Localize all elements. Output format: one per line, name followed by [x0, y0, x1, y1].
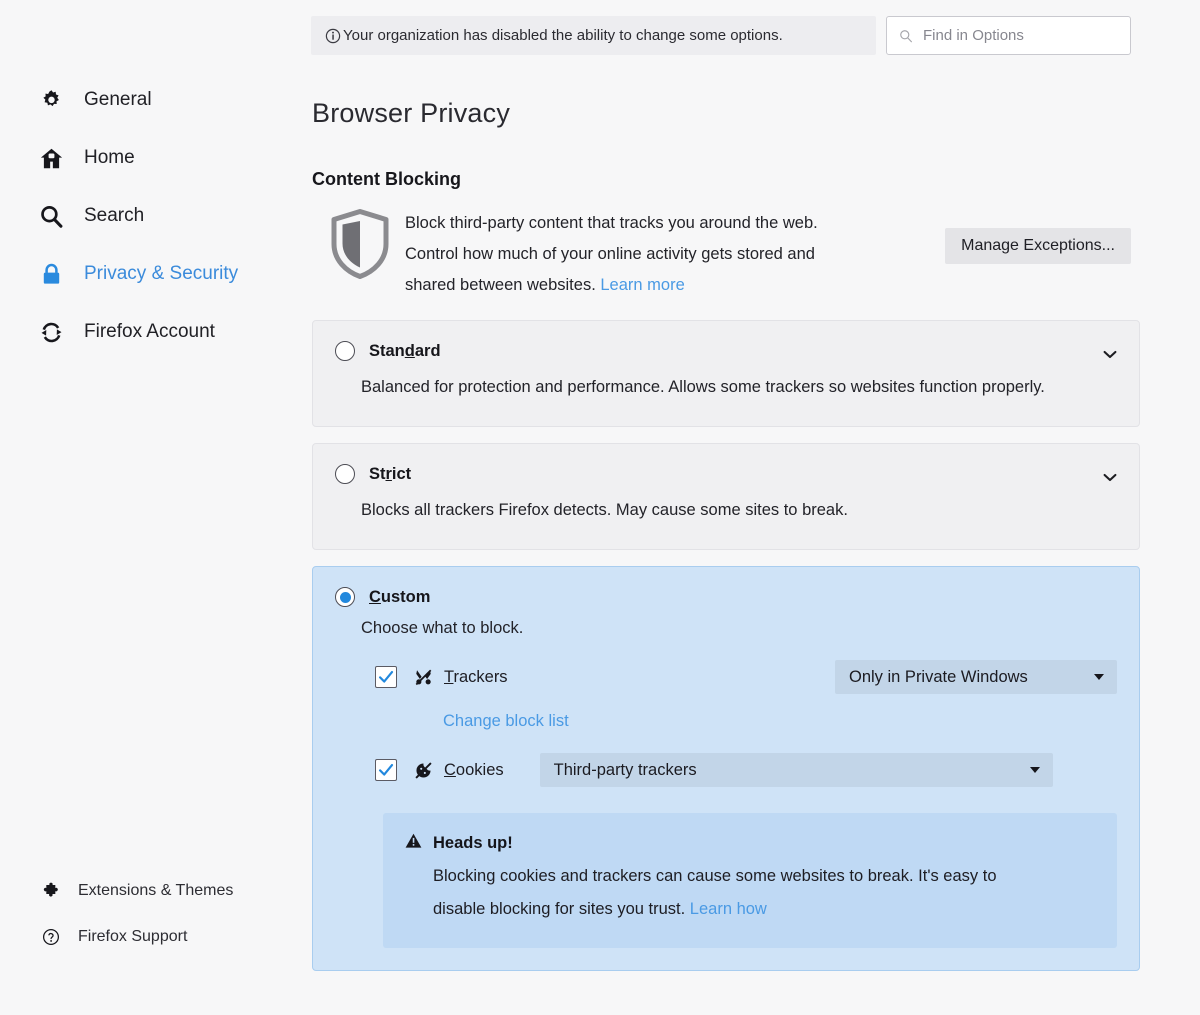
- heads-up-body: Blocking cookies and trackers can cause …: [433, 860, 1073, 926]
- sidebar: General Home Search: [0, 84, 300, 1015]
- sidebar-item-privacy-security[interactable]: Privacy & Security: [0, 258, 300, 290]
- heads-up-line-2: disable blocking for sites you trust.: [433, 900, 690, 918]
- question-circle-icon: [42, 928, 60, 946]
- home-icon: [38, 145, 64, 171]
- cookie-blocked-icon: [413, 760, 433, 780]
- cookies-checkbox[interactable]: [375, 759, 397, 781]
- trackers-row: Trackers Only in Private Windows: [375, 660, 1117, 694]
- sidebar-item-firefox-account[interactable]: Firefox Account: [0, 316, 300, 348]
- manage-exceptions-button[interactable]: Manage Exceptions...: [945, 228, 1131, 264]
- heads-up-title: Heads up!: [433, 834, 513, 853]
- search-icon: [899, 29, 913, 43]
- option-strict-head: Strict: [335, 464, 1117, 484]
- intro-line-3: shared between websites.: [405, 276, 600, 294]
- sync-icon: [38, 319, 64, 345]
- puzzle-icon: [42, 882, 60, 900]
- search-icon: [38, 203, 64, 229]
- sidebar-item-label: Home: [84, 147, 135, 169]
- cookies-label: Cookies: [444, 761, 504, 780]
- cookies-dropdown[interactable]: Third-party trackers: [540, 753, 1053, 787]
- cookies-row: Cookies Third-party trackers: [375, 753, 1117, 787]
- sidebar-bottom-group: Extensions & Themes Firefox Support: [0, 878, 300, 970]
- shield-icon: [329, 208, 391, 280]
- option-strict-description: Blocks all trackers Firefox detects. May…: [361, 494, 1061, 527]
- sidebar-item-home[interactable]: Home: [0, 142, 300, 174]
- trackers-dropdown[interactable]: Only in Private Windows: [835, 660, 1117, 694]
- find-in-options-box[interactable]: [886, 16, 1131, 55]
- trackers-blocked-icon: [413, 667, 433, 687]
- options-page: Your organization has disabled the abili…: [0, 0, 1200, 1015]
- sidebar-item-label: Firefox Account: [84, 321, 215, 343]
- sidebar-item-firefox-support[interactable]: Firefox Support: [0, 924, 300, 950]
- option-card-strict[interactable]: Strict Blocks all trackers Firefox detec…: [312, 443, 1140, 550]
- sidebar-item-general[interactable]: General: [0, 84, 300, 116]
- organization-policy-banner: Your organization has disabled the abili…: [311, 16, 876, 55]
- option-custom-head: Custom: [335, 587, 1117, 607]
- option-strict-title: Strict: [369, 465, 411, 484]
- heads-up-title-row: Heads up!: [405, 833, 1093, 854]
- learn-more-link[interactable]: Learn more: [600, 276, 684, 294]
- trackers-dropdown-value: Only in Private Windows: [849, 668, 1028, 687]
- option-custom-title: Custom: [369, 588, 430, 607]
- caret-down-icon: [1094, 674, 1104, 680]
- page-title: Browser Privacy: [312, 98, 1140, 129]
- lock-icon: [38, 261, 64, 287]
- radio-custom[interactable]: [335, 587, 355, 607]
- radio-standard[interactable]: [335, 341, 355, 361]
- search-input[interactable]: [921, 26, 1118, 45]
- change-block-list-link[interactable]: Change block list: [443, 712, 1117, 731]
- learn-how-link[interactable]: Learn how: [690, 900, 767, 918]
- heads-up-line-1: Blocking cookies and trackers can cause …: [433, 867, 997, 885]
- content-blocking-intro: Block third-party content that tracks yo…: [312, 208, 1140, 304]
- option-standard-description: Balanced for protection and performance.…: [361, 371, 1061, 404]
- radio-strict[interactable]: [335, 464, 355, 484]
- option-custom-description: Choose what to block.: [361, 619, 1117, 638]
- option-card-custom[interactable]: Custom Choose what to block.: [312, 566, 1140, 971]
- option-standard-head: Standard: [335, 341, 1117, 361]
- sidebar-item-label: Search: [84, 205, 144, 227]
- option-card-standard[interactable]: Standard Balanced for protection and per…: [312, 320, 1140, 427]
- option-standard-title: Standard: [369, 342, 441, 361]
- info-icon: [325, 28, 341, 44]
- sidebar-item-extensions-themes[interactable]: Extensions & Themes: [0, 878, 300, 904]
- intro-line-2: Control how much of your online activity…: [405, 245, 815, 263]
- gear-icon: [38, 87, 64, 113]
- cookies-dropdown-value: Third-party trackers: [554, 761, 697, 780]
- sidebar-item-label: Firefox Support: [78, 928, 187, 946]
- intro-line-1: Block third-party content that tracks yo…: [405, 214, 818, 232]
- trackers-label: Trackers: [444, 668, 508, 687]
- caret-down-icon: [1030, 767, 1040, 773]
- warning-triangle-icon: [405, 833, 422, 854]
- sidebar-item-label: General: [84, 89, 152, 111]
- top-bar: Your organization has disabled the abili…: [0, 0, 1200, 70]
- heads-up-notice: Heads up! Blocking cookies and trackers …: [383, 813, 1117, 948]
- sidebar-item-label: Extensions & Themes: [78, 882, 233, 900]
- sidebar-item-label: Privacy & Security: [84, 263, 238, 285]
- trackers-checkbox[interactable]: [375, 666, 397, 688]
- main-content: Browser Privacy Content Blocking Block t…: [300, 84, 1200, 1015]
- section-title: Content Blocking: [312, 169, 1140, 190]
- content-blocking-description: Block third-party content that tracks yo…: [405, 208, 935, 301]
- policy-banner-text: Your organization has disabled the abili…: [343, 27, 783, 44]
- sidebar-item-search[interactable]: Search: [0, 200, 300, 232]
- chevron-down-icon[interactable]: [1103, 469, 1117, 478]
- chevron-down-icon[interactable]: [1103, 346, 1117, 355]
